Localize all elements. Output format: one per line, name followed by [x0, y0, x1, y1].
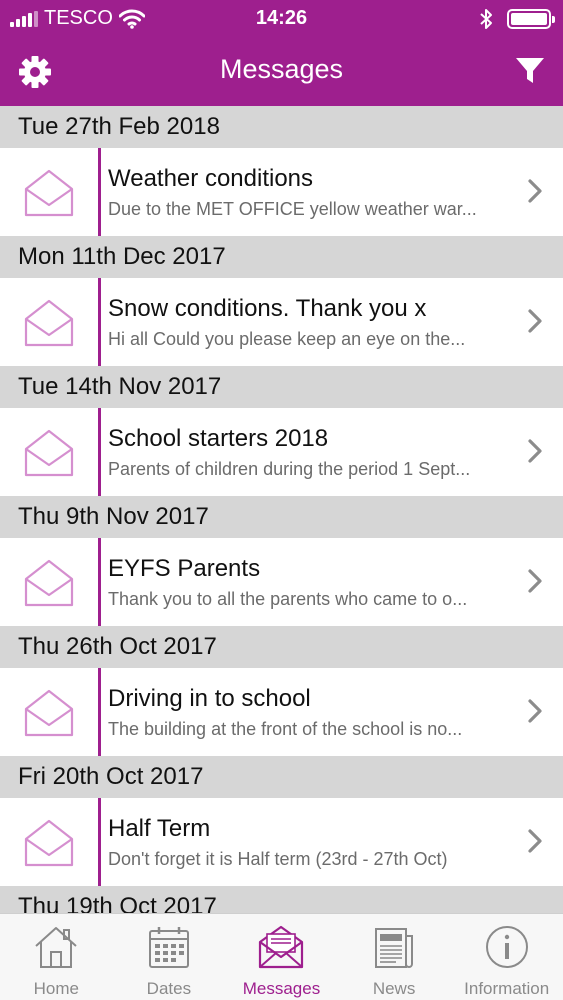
message-accent-bar — [98, 538, 101, 626]
message-preview: Parents of children during the period 1 … — [108, 459, 471, 479]
message-preview: Don't forget it is Half term (23rd - 27t… — [108, 849, 448, 869]
envelope-icon — [259, 925, 304, 969]
chevron-right-icon — [528, 179, 542, 203]
tab-home[interactable]: Home — [0, 914, 113, 1000]
message-title: Half Term — [108, 815, 211, 842]
nav-bar: Messages — [0, 36, 563, 106]
tab-label: Home — [33, 979, 79, 998]
tab-information[interactable]: Information — [450, 914, 563, 1000]
message-title: Weather conditions — [108, 165, 314, 192]
envelope-open-icon — [24, 429, 74, 477]
status-right — [479, 8, 555, 30]
tab-label: Information — [464, 979, 550, 998]
message-preview: Thank you to all the parents who came to… — [108, 589, 468, 609]
tab-dates[interactable]: Dates — [113, 914, 226, 1000]
message-accent-bar — [98, 798, 101, 886]
status-bar: TESCO 14:26 — [0, 0, 563, 36]
message-title: Snow conditions. Thank you x — [108, 295, 427, 322]
date-header: Fri 20th Oct 2017 — [0, 756, 563, 798]
tab-label: Dates — [146, 979, 192, 998]
message-row[interactable]: Half Term Don't forget it is Half term (… — [0, 798, 563, 886]
date-header: Tue 27th Feb 2018 — [0, 106, 563, 148]
tab-messages[interactable]: Messages — [225, 914, 338, 1000]
tab-label: News — [372, 979, 416, 998]
date-header: Thu 9th Nov 2017 — [0, 496, 563, 538]
message-row[interactable]: School starters 2018 Parents of children… — [0, 408, 563, 496]
message-accent-bar — [98, 278, 101, 366]
message-title: School starters 2018 — [108, 425, 329, 452]
message-row[interactable]: Weather conditions Due to the MET OFFICE… — [0, 148, 563, 236]
date-header: Mon 11th Dec 2017 — [0, 236, 563, 278]
envelope-open-icon — [24, 689, 74, 737]
chevron-right-icon — [528, 439, 542, 463]
info-icon — [485, 926, 528, 968]
chevron-right-icon — [528, 309, 542, 333]
envelope-open-icon — [24, 559, 74, 607]
date-header: Tue 14th Nov 2017 — [0, 366, 563, 408]
calendar-icon — [148, 927, 189, 968]
chevron-right-icon — [528, 829, 542, 853]
tab-news[interactable]: News — [338, 914, 451, 1000]
message-preview: Hi all Could you please keep an eye on t… — [108, 329, 466, 349]
tab-label: Messages — [242, 979, 321, 998]
chevron-right-icon — [528, 569, 542, 593]
message-preview: Due to the MET OFFICE yellow weather war… — [108, 199, 477, 219]
message-title: EYFS Parents — [108, 555, 261, 582]
message-accent-bar — [98, 148, 101, 236]
envelope-open-icon — [24, 299, 74, 347]
message-title: Driving in to school — [108, 685, 311, 712]
chevron-right-icon — [528, 699, 542, 723]
message-preview: The building at the front of the school … — [108, 719, 463, 739]
envelope-open-icon — [24, 169, 74, 217]
message-row[interactable]: Driving in to school The building at the… — [0, 668, 563, 756]
message-row[interactable]: EYFS Parents Thank you to all the parent… — [0, 538, 563, 626]
message-list[interactable]: Tue 27th Feb 2018 Weather conditions Due… — [0, 106, 563, 913]
battery-icon — [507, 9, 555, 29]
newspaper-icon — [375, 928, 414, 968]
bluetooth-icon — [480, 9, 492, 29]
message-accent-bar — [98, 668, 101, 756]
message-row[interactable]: Snow conditions. Thank you x Hi all Coul… — [0, 278, 563, 366]
page-title: Messages — [219, 54, 344, 84]
date-header: Thu 26th Oct 2017 — [0, 626, 563, 668]
date-header: Thu 19th Oct 2017 — [0, 886, 563, 913]
home-icon — [35, 927, 77, 968]
envelope-open-icon — [24, 819, 74, 867]
tab-bar: Home Dates Messages News Information — [0, 913, 563, 1000]
filter-icon[interactable] — [515, 56, 545, 86]
message-accent-bar — [98, 408, 101, 496]
